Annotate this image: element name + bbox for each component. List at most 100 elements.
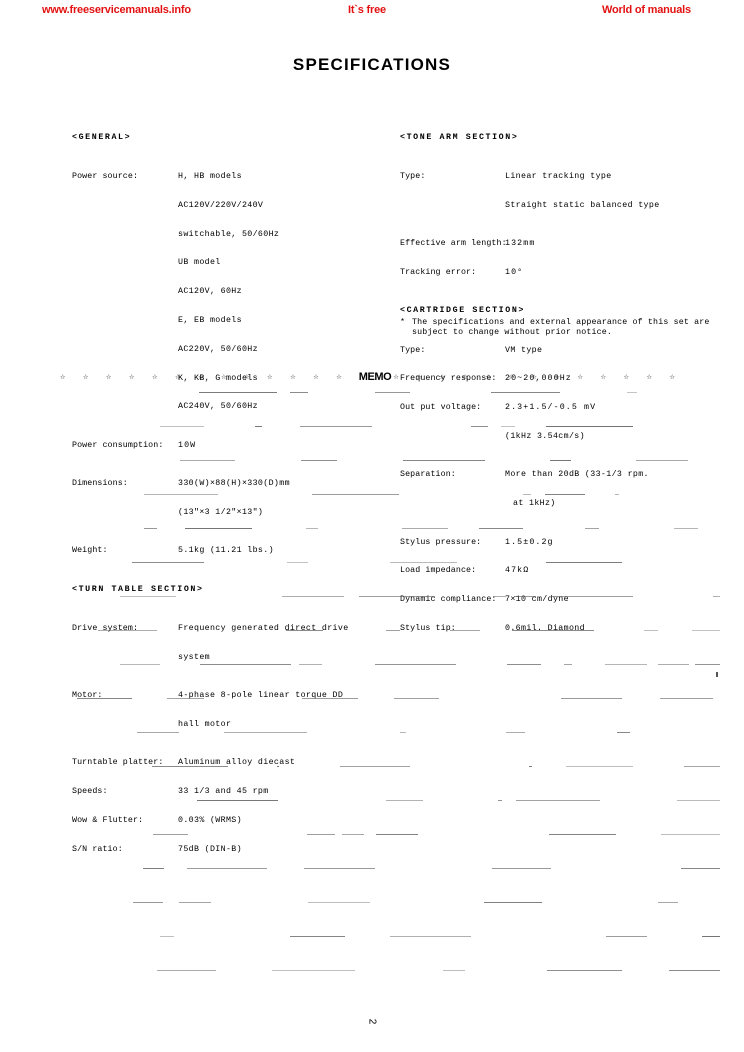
memo-rule-line (60, 528, 720, 562)
memo-rule-segment (657, 664, 689, 665)
memo-rule-segment (561, 698, 622, 699)
memo-rule-line (60, 868, 720, 902)
memo-rule-segment (290, 392, 308, 393)
memo-rule-segment (254, 426, 263, 427)
memo-rule-segment (300, 426, 372, 427)
memo-rule-segment (659, 698, 714, 699)
spec-continuation: Straight static balanced type (505, 200, 660, 210)
memo-rule-segment (668, 970, 720, 971)
memo-rule-segment (272, 970, 355, 971)
scan-speck (716, 672, 718, 677)
memo-rule-segment (514, 596, 537, 597)
memo-rule-segment (132, 902, 163, 903)
memo-rule-segment (306, 834, 335, 835)
memo-rule-segment (376, 834, 418, 835)
memo-rule-segment (184, 528, 253, 529)
memo-rule-segment (681, 868, 720, 869)
spec-row: Power source: H, HB models (72, 172, 392, 182)
memo-rule-line (60, 426, 720, 460)
spec-label: Effective arm length: (400, 239, 507, 249)
memo-rule-segment (187, 868, 267, 869)
spec-continuation: AC220V, 50/60Hz (178, 344, 258, 354)
memo-rule-segment (198, 392, 277, 393)
memo-rule-segment (301, 698, 358, 699)
memo-rule-segment (298, 664, 322, 665)
memo-rule-segment (390, 936, 471, 937)
memo-rule-segment (470, 426, 489, 427)
spec-value: 132mm (505, 239, 536, 249)
spec-row: Type: Linear tracking type (400, 172, 730, 182)
memo-rule-segment (401, 528, 448, 529)
memo-rule-segment (491, 392, 561, 393)
memo-rule-segment (442, 970, 466, 971)
spec-continuation: UB model (178, 258, 221, 268)
spec-row: Effective arm length: 132mm (400, 239, 730, 249)
page-title: SPECIFICATIONS (292, 55, 452, 74)
banner-site-url: www.freeservicemanuals.info (42, 4, 191, 16)
memo-rule-segment (394, 698, 440, 699)
memo-rule-segment (661, 834, 720, 835)
memo-rule-segment (224, 732, 307, 733)
memo-rule-segment (131, 562, 205, 563)
memo-rule-segment (515, 800, 600, 801)
spec-value: Linear tracking type (505, 172, 612, 182)
section-heading-general: <GENERAL> (72, 132, 132, 142)
memo-rule-segment (683, 766, 720, 767)
spec-value: VM type (505, 345, 543, 355)
spec-continuation: E, EB models (178, 315, 242, 325)
memo-rule-line (60, 664, 720, 698)
memo-rule-segment (564, 664, 572, 665)
memo-rule-segment (643, 630, 659, 631)
section-heading-cartridge: <CARTRIDGE SECTION> (400, 306, 525, 316)
spec-value: H, HB models (178, 172, 242, 182)
memo-rule-segment (585, 528, 600, 529)
spec-label: Power source: (72, 172, 139, 182)
memo-rule-segment (658, 902, 678, 903)
memo-rule-segment (160, 936, 175, 937)
memo-rule-segment (385, 800, 423, 801)
spec-value: 10° (505, 268, 524, 277)
memo-rule-line (60, 732, 720, 766)
memo-rule-segment (142, 868, 164, 869)
memo-rule-segment (701, 936, 720, 937)
memo-rule-segment (676, 800, 720, 801)
banner-slogan: World of manuals (602, 4, 691, 16)
memo-rule-segment (178, 902, 212, 903)
spec-label: Type: (400, 345, 426, 355)
spec-continuation: switchable, 50/60Hz (178, 229, 280, 239)
memo-rule-segment (167, 698, 204, 699)
memo-rule-segment (152, 766, 229, 767)
page-number: 2 (0, 1016, 744, 1027)
star-decoration-left: ☆ ☆ ☆ ☆ ☆ ☆ ☆ ☆ ☆ ☆ ☆ ☆ ☆ ☆ ☆ ☆ ☆ ☆ ☆ ☆ (60, 372, 357, 382)
footnote-text: The specifications and external appearan… (412, 318, 710, 337)
memo-rule-segment (529, 766, 533, 767)
memo-rule-line (60, 562, 720, 596)
memo-rule-segment (312, 494, 399, 495)
memo-rule-segment (673, 528, 699, 529)
spec-label: Tracking error: (400, 268, 477, 277)
spec-label: Type: (400, 172, 426, 182)
memo-rule-segment (375, 664, 457, 665)
memo-rule-segment (120, 664, 160, 665)
memo-rule-segment (478, 528, 523, 529)
memo-rule-segment (374, 392, 411, 393)
spec-continuation: AC120V, 60Hz (178, 287, 242, 297)
memo-rule-segment (340, 766, 411, 767)
memo-rule-segment (512, 630, 595, 631)
memo-rule-segment (300, 460, 338, 461)
memo-divider: ☆ ☆ ☆ ☆ ☆ ☆ ☆ ☆ ☆ ☆ ☆ ☆ ☆ ☆ ☆ ☆ ☆ ☆ ☆ ☆ … (60, 370, 690, 384)
memo-rule-segment (386, 630, 401, 631)
memo-rule-segment (551, 596, 634, 597)
memo-rule-segment (614, 494, 619, 495)
memo-rule-segment (545, 562, 622, 563)
memo-rule-segment (695, 664, 720, 665)
spec-row: Tracking error: 10° (400, 268, 730, 278)
memo-heading: MEMO (358, 371, 392, 383)
memo-rule-segment (566, 766, 633, 767)
memo-rule-line (60, 698, 720, 732)
memo-rule-segment (500, 426, 516, 427)
memo-rule-segment (627, 392, 637, 393)
memo-rule-segment (497, 800, 502, 801)
memo-rule-segment (636, 460, 689, 461)
memo-rule-segment (389, 562, 457, 563)
